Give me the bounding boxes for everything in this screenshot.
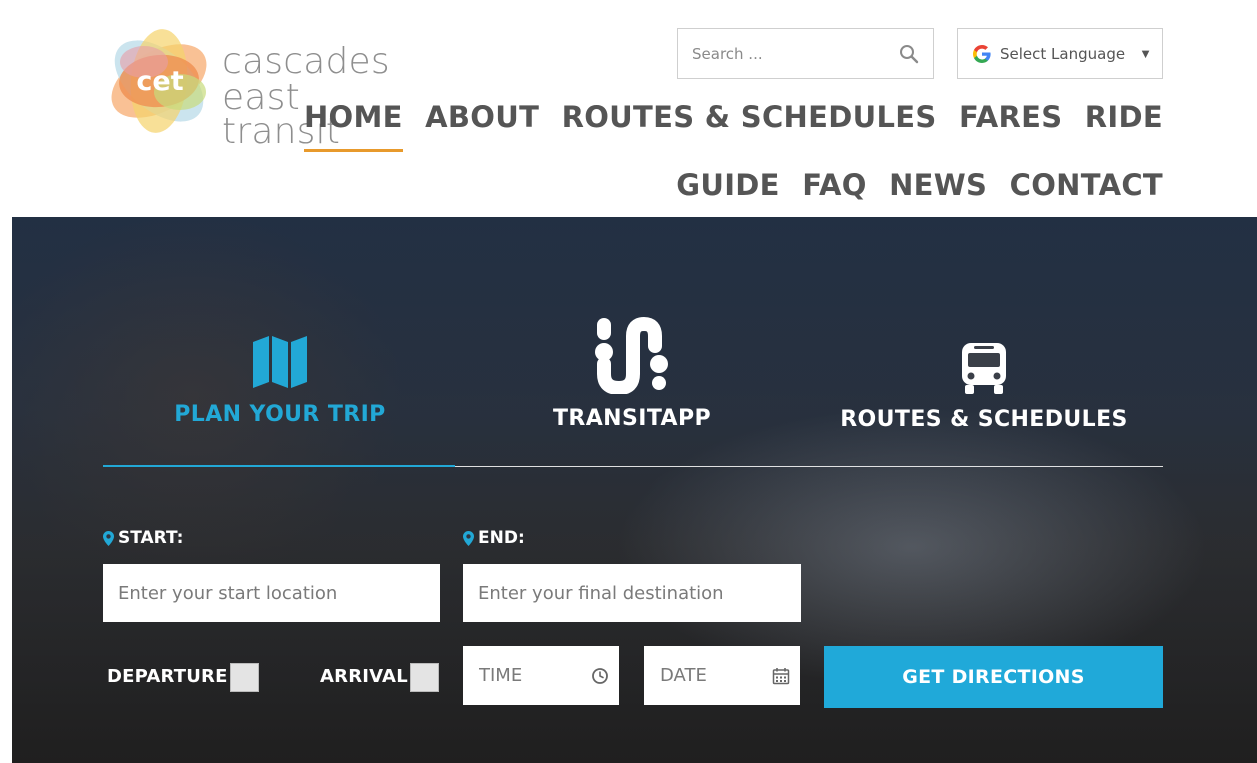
language-label: Select Language (1000, 44, 1126, 63)
chevron-down-icon: ▼ (1139, 46, 1152, 61)
trip-planner-hero: PLAN YOUR TRIP TRANSITAPP ROUTES & SCHED… (12, 217, 1257, 763)
bus-icon (962, 343, 1006, 394)
start-label-text: START: (118, 528, 184, 548)
departure-checkbox[interactable] (230, 663, 259, 692)
tab-label: TRANSITAPP (553, 406, 711, 431)
time-field (463, 646, 619, 705)
tab-routes-schedules[interactable]: ROUTES & SCHEDULES (804, 341, 1164, 432)
logo-mark-icon: cet (111, 29, 207, 133)
main-nav-row2: GUIDE FAQ NEWS CONTACT (676, 168, 1163, 202)
start-label: START: (103, 528, 183, 548)
search-icon[interactable] (899, 44, 919, 64)
tab-transitapp[interactable]: TRANSITAPP (452, 312, 812, 431)
tab-label: ROUTES & SCHEDULES (840, 407, 1128, 432)
end-location-input[interactable] (463, 564, 801, 622)
nav-item-news[interactable]: NEWS (889, 168, 987, 202)
clock-icon[interactable] (591, 667, 609, 685)
nav-item-guide[interactable]: GUIDE (676, 168, 780, 202)
search-input[interactable] (678, 29, 888, 78)
transitapp-icon (595, 316, 668, 394)
arrival-label: ARRIVAL (320, 666, 408, 687)
nav-item-fares[interactable]: FARES (959, 100, 1062, 134)
time-input[interactable] (463, 646, 583, 705)
logo-mark-text: cet (136, 66, 183, 97)
nav-item-contact[interactable]: CONTACT (1010, 168, 1163, 202)
end-label-text: END: (478, 528, 525, 548)
date-field (644, 646, 800, 705)
active-tab-indicator (103, 465, 455, 467)
tab-label: PLAN YOUR TRIP (174, 402, 386, 427)
nav-item-about[interactable]: ABOUT (425, 100, 539, 134)
logo-wordmark: cascades east transit (222, 44, 460, 150)
nav-item-ride[interactable]: RIDE (1085, 100, 1163, 134)
google-icon (973, 44, 991, 63)
main-nav-row1: HOME ABOUT ROUTES & SCHEDULES FARES RIDE (303, 100, 1163, 152)
nav-item-home[interactable]: HOME (303, 100, 403, 152)
departure-label: DEPARTURE (107, 666, 228, 687)
search-box (677, 28, 934, 79)
nav-item-faq[interactable]: FAQ (802, 168, 866, 202)
language-select[interactable]: Select Language ▼ (957, 28, 1163, 79)
arrival-checkbox[interactable] (410, 663, 439, 692)
start-location-input[interactable] (103, 564, 440, 622)
date-input[interactable] (644, 646, 764, 705)
map-icon (253, 336, 307, 388)
nav-item-routes-schedules[interactable]: ROUTES & SCHEDULES (562, 100, 937, 134)
end-label: END: (463, 528, 525, 548)
tab-plan-your-trip[interactable]: PLAN YOUR TRIP (100, 334, 460, 427)
map-pin-icon (463, 530, 474, 546)
calendar-icon[interactable] (772, 667, 790, 685)
get-directions-button[interactable]: GET DIRECTIONS (824, 646, 1163, 708)
map-pin-icon (103, 530, 114, 546)
